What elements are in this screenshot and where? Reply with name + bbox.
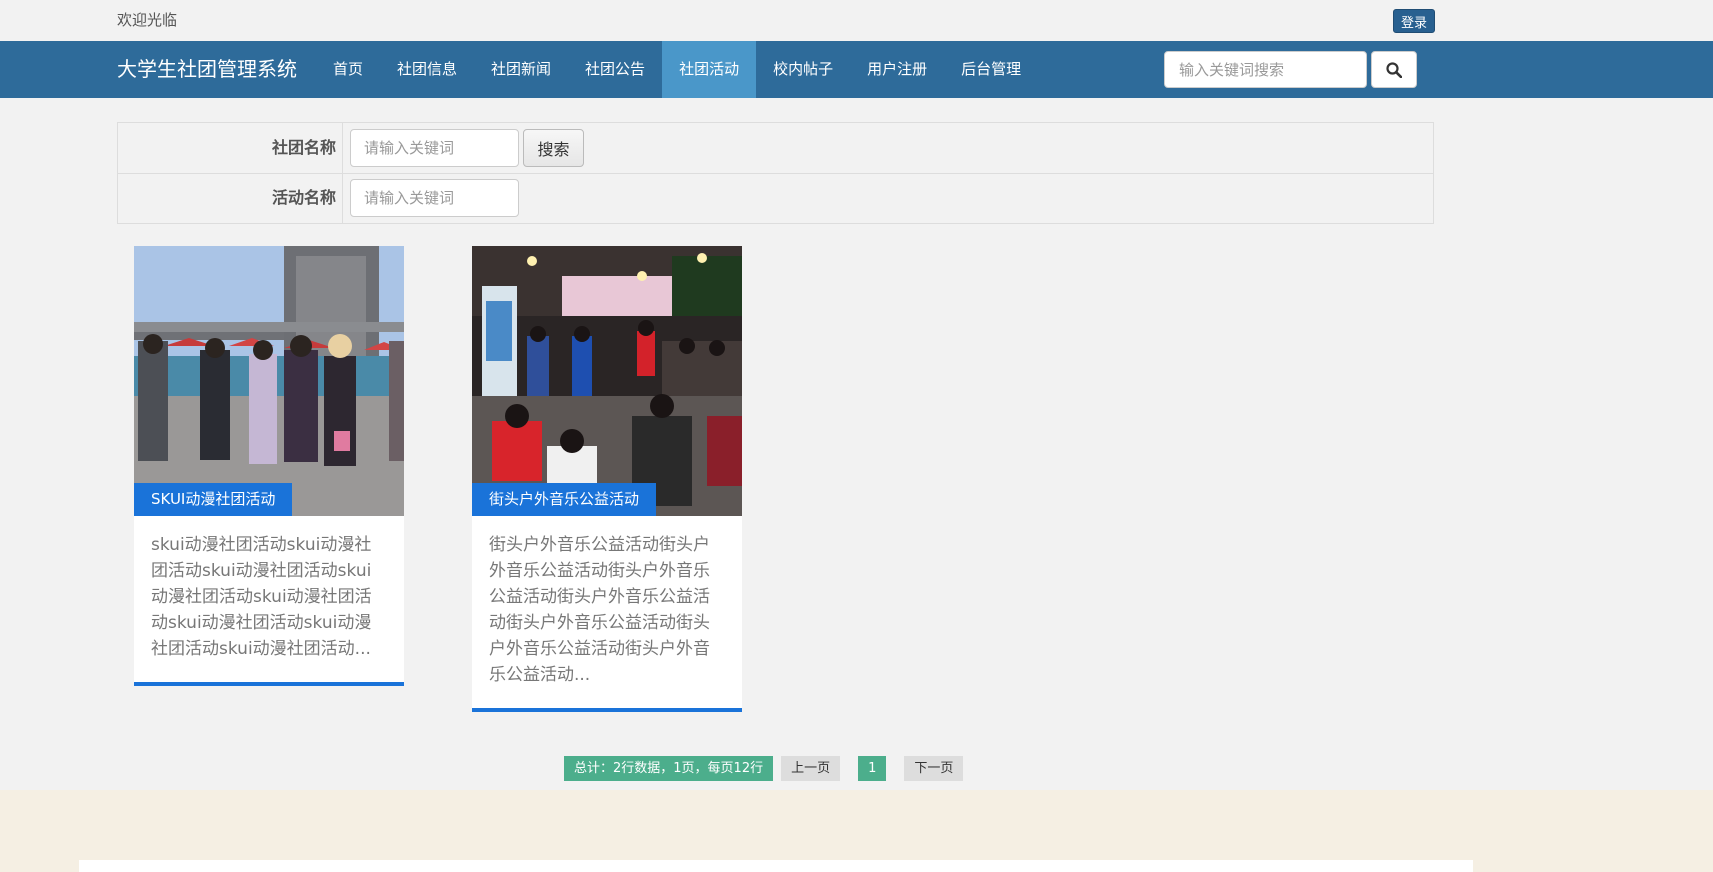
next-page-button[interactable]: 下一页 [904, 756, 964, 781]
prev-page-button[interactable]: 上一页 [781, 756, 841, 781]
nav-search-input[interactable] [1164, 51, 1367, 88]
nav-item-club-notice[interactable]: 社团公告 [568, 41, 662, 98]
nav-search-button[interactable] [1371, 51, 1417, 88]
footer-panel [79, 860, 1473, 872]
filter-row-club: 社团名称 搜索 [118, 123, 1433, 174]
activity-name-label: 活动名称 [118, 173, 343, 223]
search-icon [1386, 61, 1402, 78]
activity-name-input[interactable] [350, 179, 519, 217]
nav-menu: 首页 社团信息 社团新闻 社团公告 社团活动 校内帖子 用户注册 后台管理 [316, 41, 1038, 98]
top-bar: 欢迎光临 登录 [0, 0, 1713, 41]
nav-item-admin[interactable]: 后台管理 [944, 41, 1038, 98]
current-page-number[interactable]: 1 [858, 756, 887, 781]
nav-item-club-activity[interactable]: 社团活动 [662, 41, 757, 98]
welcome-text: 欢迎光临 [117, 11, 178, 29]
site-brand[interactable]: 大学生社团管理系统 [117, 41, 297, 98]
nav-item-register[interactable]: 用户注册 [850, 41, 944, 98]
nav-item-campus-posts[interactable]: 校内帖子 [756, 41, 850, 98]
nav-item-club-news[interactable]: 社团新闻 [474, 41, 568, 98]
nav-item-club-info[interactable]: 社团信息 [380, 41, 474, 98]
activity-card[interactable]: SKUI动漫社团活动 skui动漫社团活动skui动漫社团活动skui动漫社团活… [134, 246, 404, 686]
pagination: 总计：2行数据，1页，每页12行 上一页 1 下一页 [564, 756, 971, 781]
login-button[interactable]: 登录 [1393, 9, 1435, 33]
activity-description: skui动漫社团活动skui动漫社团活动skui动漫社团活动skui动漫社团活动… [151, 535, 372, 659]
activity-card[interactable]: 街头户外音乐公益活动 街头户外音乐公益活动街头户外音乐公益活动街头户外音乐公益活… [472, 246, 742, 712]
filter-search-button[interactable]: 搜索 [523, 129, 584, 167]
nav-item-home[interactable]: 首页 [316, 41, 380, 98]
filter-panel: 社团名称 搜索 活动名称 [117, 122, 1434, 224]
activity-title-tag[interactable]: SKUI动漫社团活动 [134, 483, 293, 516]
activity-title-tag[interactable]: 街头户外音乐公益活动 [472, 483, 657, 516]
activity-image[interactable]: 街头户外音乐公益活动 [472, 246, 742, 516]
activity-description: 街头户外音乐公益活动街头户外音乐公益活动街头户外音乐公益活动街头户外音乐公益活动… [489, 535, 710, 685]
club-name-input[interactable] [350, 129, 519, 167]
navbar: 大学生社团管理系统 首页 社团信息 社团新闻 社团公告 社团活动 校内帖子 用户… [0, 41, 1713, 98]
filter-row-activity: 活动名称 [118, 173, 1433, 223]
pagination-summary: 总计：2行数据，1页，每页12行 [564, 756, 774, 781]
club-name-label: 社团名称 [118, 123, 343, 173]
activity-image[interactable]: SKUI动漫社团活动 [134, 246, 404, 516]
